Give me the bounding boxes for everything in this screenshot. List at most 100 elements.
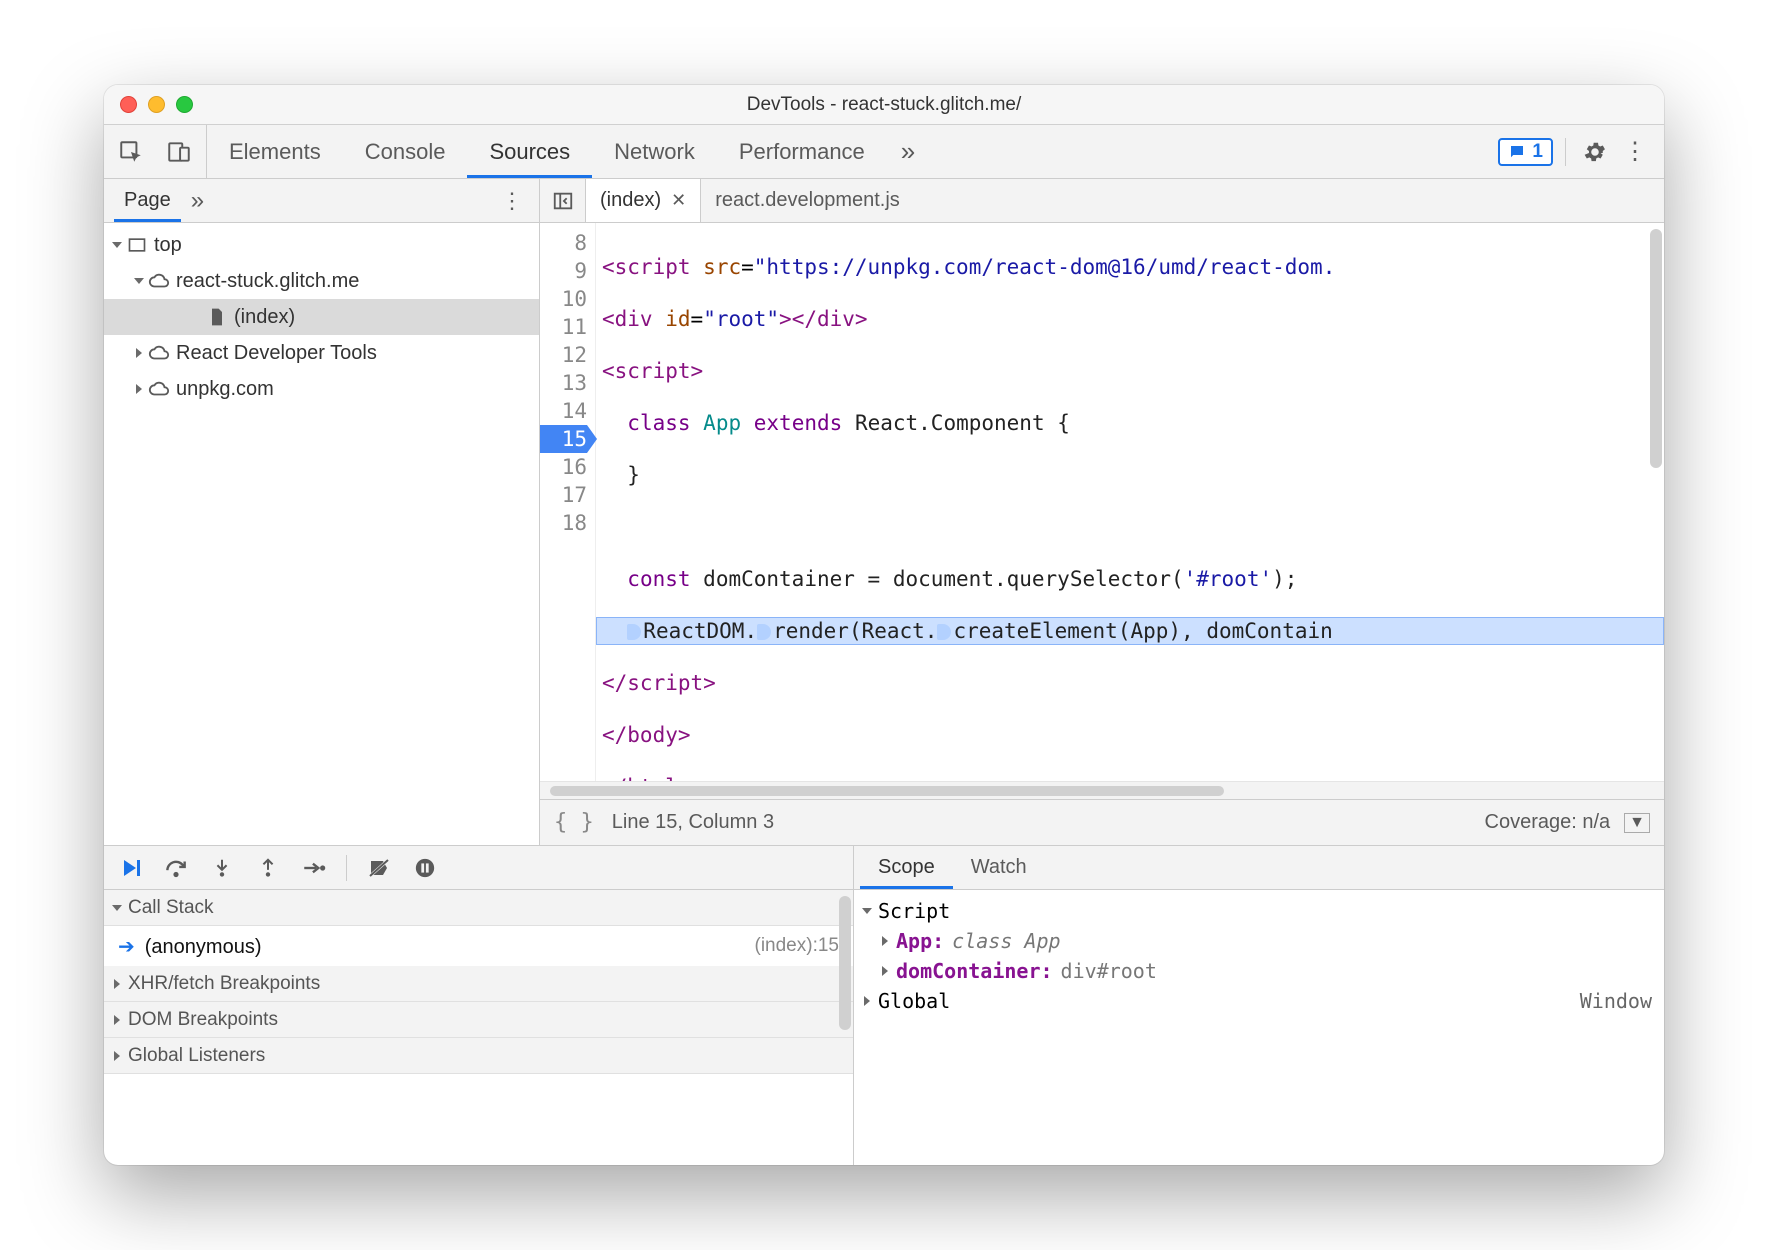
expand-icon	[114, 1051, 120, 1061]
line-gutter[interactable]: 891011121314 15 161718	[540, 223, 596, 781]
cursor-position: Line 15, Column 3	[612, 811, 774, 834]
inspect-element-icon[interactable]	[114, 135, 148, 169]
prop-value: class App	[952, 929, 1060, 953]
editor-pane: (index) ✕ react.development.js 891011121…	[540, 179, 1664, 845]
navigator-more-tabs[interactable]: »	[181, 187, 214, 215]
call-stack-pane: Call Stack ➔(anonymous) (index):15 XHR/f…	[104, 846, 854, 1165]
scope-global[interactable]: Global Window	[854, 986, 1664, 1016]
more-tabs-button[interactable]: »	[887, 125, 929, 178]
tab-sources[interactable]: Sources	[467, 125, 592, 178]
source-map-icon[interactable]: ▼	[1624, 813, 1650, 833]
step-into-button[interactable]	[204, 850, 240, 886]
file-tab-index[interactable]: (index) ✕	[586, 179, 701, 222]
tree-label: react-stuck.glitch.me	[176, 270, 359, 293]
tree-domain-unpkg[interactable]: unpkg.com	[104, 371, 539, 407]
code-editor[interactable]: 891011121314 15 161718 <script src="http…	[540, 223, 1664, 781]
callstack-scrollbar[interactable]	[839, 896, 851, 1087]
tree-label: top	[154, 234, 182, 257]
scope-name: Global	[878, 989, 950, 1013]
pause-on-exceptions-button[interactable]	[407, 850, 443, 886]
expand-icon	[862, 908, 872, 914]
call-stack-section[interactable]: Call Stack	[104, 890, 853, 926]
prop-key: App:	[896, 929, 944, 953]
minimize-window-button[interactable]	[148, 96, 165, 113]
scope-script[interactable]: Script	[854, 896, 1664, 926]
expand-icon	[112, 905, 122, 911]
xhr-breakpoints-section[interactable]: XHR/fetch Breakpoints	[104, 966, 853, 1002]
coverage-status: Coverage: n/a	[1485, 811, 1611, 834]
section-label: XHR/fetch Breakpoints	[128, 973, 320, 995]
device-toolbar-icon[interactable]	[162, 135, 196, 169]
deactivate-breakpoints-button[interactable]	[361, 850, 397, 886]
settings-icon[interactable]	[1578, 135, 1612, 169]
file-tab-label: react.development.js	[715, 189, 900, 212]
scope-prop[interactable]: App: class App	[854, 926, 1664, 956]
expand-icon	[134, 278, 144, 284]
tab-console[interactable]: Console	[343, 125, 468, 178]
code-content[interactable]: <script src="https://unpkg.com/react-dom…	[596, 223, 1664, 781]
global-listeners-section[interactable]: Global Listeners	[104, 1038, 853, 1074]
section-label: Call Stack	[128, 897, 214, 919]
tab-network[interactable]: Network	[592, 125, 717, 178]
scope-body: Script App: class App domContainer: div#…	[854, 890, 1664, 1165]
cloud-icon	[148, 270, 170, 292]
panel-tabs: Elements Console Sources Network Perform…	[207, 125, 1486, 178]
debug-toolbar	[104, 846, 853, 890]
navigator-tab-page[interactable]: Page	[114, 179, 181, 222]
editor-horizontal-scrollbar[interactable]	[540, 781, 1664, 799]
expand-icon	[882, 966, 888, 976]
editor-vertical-scrollbar[interactable]	[1650, 229, 1662, 664]
scope-prop[interactable]: domContainer: div#root	[854, 956, 1664, 986]
tree-label: (index)	[234, 306, 295, 329]
tab-watch[interactable]: Watch	[953, 846, 1045, 889]
tree-frame-top[interactable]: top	[104, 227, 539, 263]
scope-hint: Window	[1580, 989, 1652, 1013]
pretty-print-icon[interactable]: { }	[554, 810, 594, 835]
stack-frame[interactable]: ➔(anonymous) (index):15	[104, 926, 853, 966]
execution-line-marker: 15	[540, 425, 587, 453]
step-marker-icon	[937, 624, 951, 640]
tree-domain-rdt[interactable]: React Developer Tools	[104, 335, 539, 371]
tree-domain-main[interactable]: react-stuck.glitch.me	[104, 263, 539, 299]
scope-pane: Scope Watch Script App: class App domCon…	[854, 846, 1664, 1165]
close-window-button[interactable]	[120, 96, 137, 113]
file-icon	[206, 306, 228, 328]
issues-badge[interactable]: 1	[1498, 138, 1553, 166]
dom-breakpoints-section[interactable]: DOM Breakpoints	[104, 1002, 853, 1038]
section-label: DOM Breakpoints	[128, 1009, 278, 1031]
tab-elements[interactable]: Elements	[207, 125, 343, 178]
tree-file-index[interactable]: (index)	[104, 299, 539, 335]
toggle-navigator-icon[interactable]	[540, 179, 586, 222]
close-tab-icon[interactable]: ✕	[671, 190, 686, 211]
sources-panel: Page » ⋮ top react-stu	[104, 179, 1664, 845]
cloud-icon	[148, 378, 170, 400]
navigator-header: Page » ⋮	[104, 179, 539, 223]
navigator-menu-icon[interactable]: ⋮	[495, 188, 529, 214]
step-out-button[interactable]	[250, 850, 286, 886]
expand-icon	[114, 1015, 120, 1025]
kebab-menu-icon[interactable]: ⋮	[1618, 135, 1652, 169]
current-frame-icon: ➔	[118, 936, 135, 958]
zoom-window-button[interactable]	[176, 96, 193, 113]
prop-value: div#root	[1061, 959, 1157, 983]
expand-icon	[112, 242, 122, 248]
prop-key: domContainer:	[896, 959, 1053, 983]
expand-icon	[864, 996, 870, 1006]
expand-icon	[882, 936, 888, 946]
traffic-lights	[120, 96, 193, 113]
resume-button[interactable]	[112, 850, 148, 886]
editor-tabs: (index) ✕ react.development.js	[540, 179, 1664, 223]
devtools-window: DevTools - react-stuck.glitch.me/ Elemen…	[104, 85, 1664, 1165]
execution-line: ReactDOM.render(React.createElement(App)…	[596, 617, 1664, 645]
step-button[interactable]	[296, 850, 332, 886]
expand-icon	[136, 348, 142, 358]
issues-count: 1	[1532, 141, 1543, 163]
expand-icon	[136, 384, 142, 394]
navigator-pane: Page » ⋮ top react-stu	[104, 179, 540, 845]
tab-performance[interactable]: Performance	[717, 125, 887, 178]
tab-scope[interactable]: Scope	[860, 846, 953, 889]
expand-icon	[114, 979, 120, 989]
file-tab-react-dev[interactable]: react.development.js	[701, 179, 914, 222]
step-over-button[interactable]	[158, 850, 194, 886]
step-marker-icon	[627, 624, 641, 640]
